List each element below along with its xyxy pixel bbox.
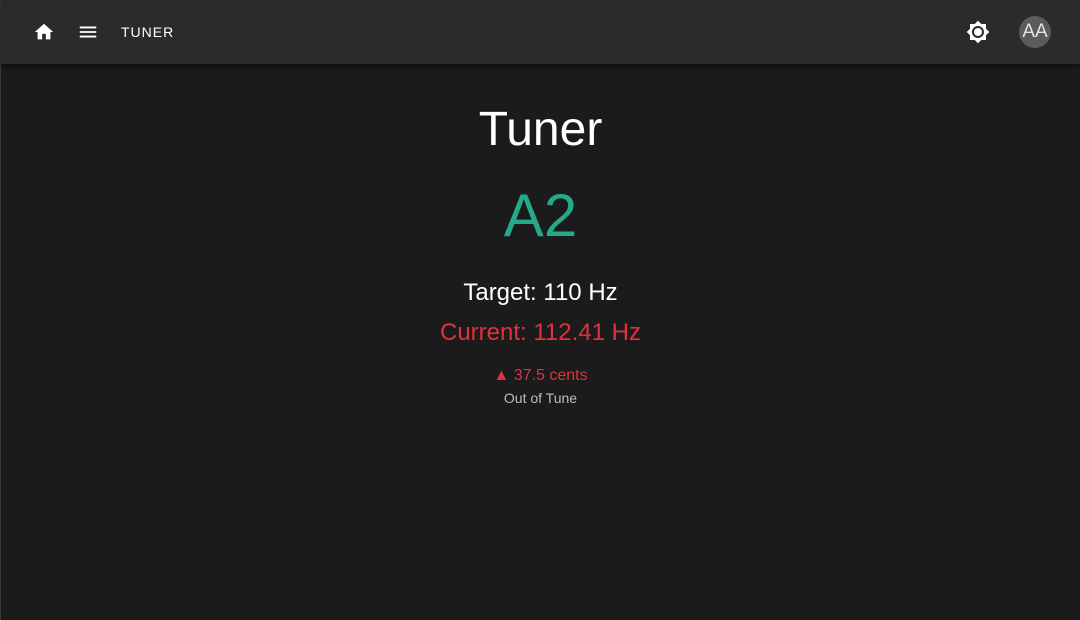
cents-offset: ▲ 37.5 cents (1, 366, 1080, 386)
brightness-icon (966, 20, 990, 44)
sharp-arrow-icon: ▲ (493, 367, 510, 384)
cents-value: 37.5 cents (513, 367, 588, 384)
current-frequency: Current: 112.41 Hz (440, 319, 641, 346)
menu-icon (79, 26, 97, 38)
user-avatar[interactable]: AA (1019, 16, 1051, 48)
target-frequency: Target: 110 Hz (463, 279, 618, 306)
home-icon (34, 23, 54, 40)
menu-button[interactable] (68, 12, 108, 52)
tuning-status: Out of Tune (503, 390, 578, 406)
theme-toggle-button[interactable] (958, 12, 998, 52)
app-bar-title: TUNER (121, 24, 175, 40)
home-button[interactable] (24, 12, 64, 52)
tuner-panel: Tuner A2 Target: 110 Hz Current: 112.41 … (1, 64, 1080, 620)
top-app-bar: TUNER AA (1, 0, 1080, 64)
app-window: TUNER AA Tuner A2 Target: 110 Hz Current… (0, 0, 1080, 620)
page-title: Tuner (478, 103, 603, 156)
detected-note: A2 (503, 182, 578, 249)
